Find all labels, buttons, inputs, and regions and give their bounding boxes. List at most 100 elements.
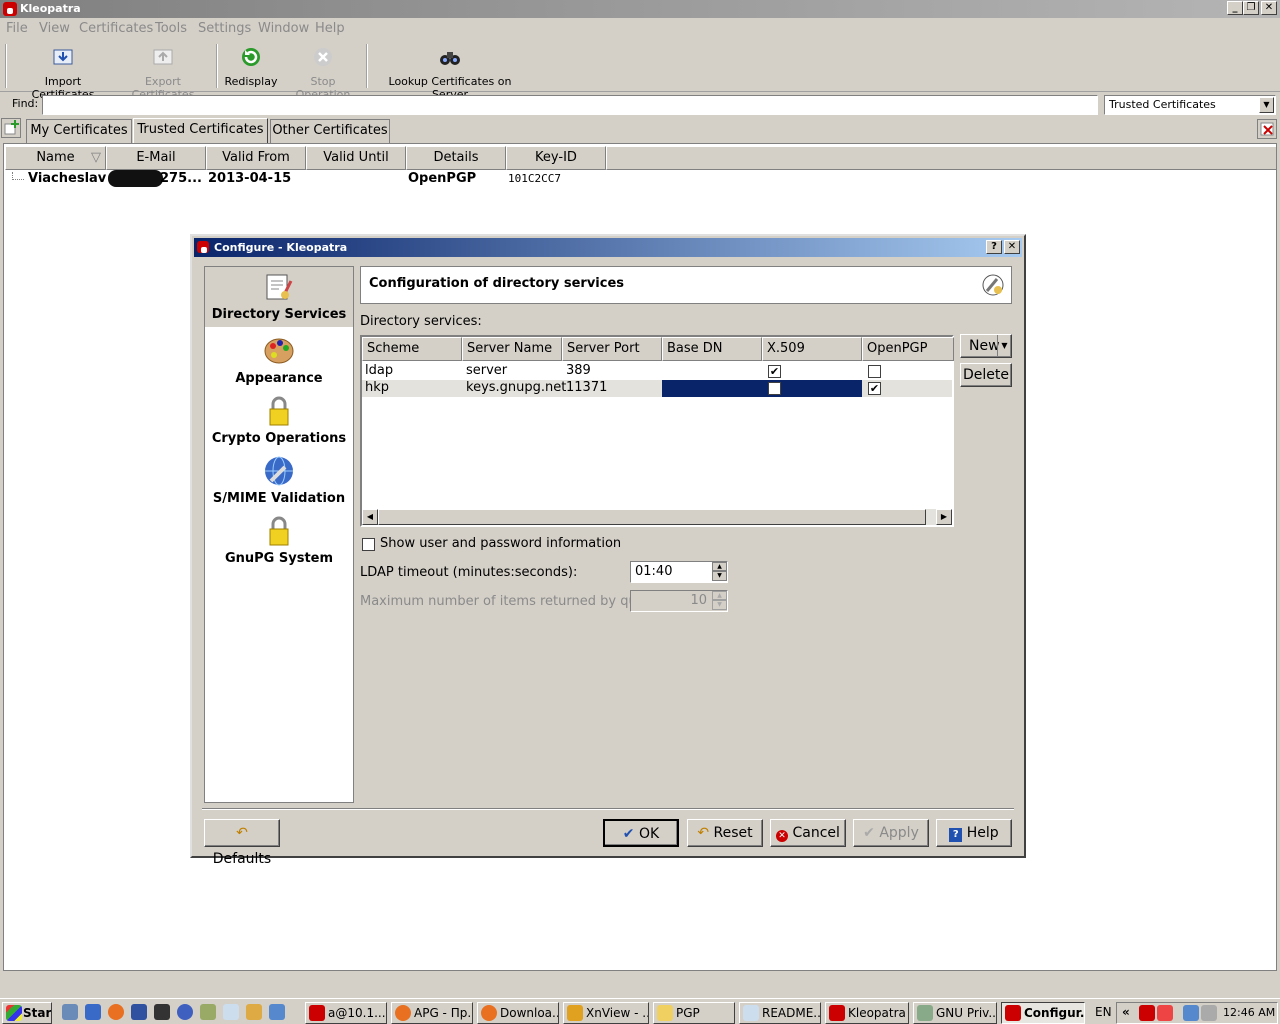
- directory-services-table[interactable]: Scheme Server Name Server Port Base DN X…: [360, 335, 954, 527]
- row-openpgp-checkbox[interactable]: ✔: [868, 382, 881, 395]
- table-row[interactable]: hkp keys.gnupg.net 11371 ✔: [362, 380, 952, 397]
- tray-expand-icon[interactable]: «: [1122, 1005, 1130, 1019]
- task-filezilla[interactable]: a@10.1...: [305, 1002, 387, 1024]
- sidebar-item-gnupg-system[interactable]: GnuPG System: [205, 511, 353, 571]
- column-header-valid-from[interactable]: Valid From: [206, 146, 306, 170]
- table-row[interactable]: ldap server 389 ✔: [362, 363, 952, 380]
- column-header-x509[interactable]: X.509: [762, 337, 862, 361]
- task-downloads[interactable]: Downloa...: [477, 1002, 559, 1024]
- window-titlebar[interactable]: Kleopatra _ ❐ ✕: [0, 0, 1280, 18]
- column-header-base-dn[interactable]: Base DN: [662, 337, 762, 361]
- dialog-close-button[interactable]: ✕: [1004, 240, 1020, 254]
- task-apg[interactable]: APG - Пр...: [391, 1002, 473, 1024]
- new-button[interactable]: New ▼: [960, 334, 1012, 358]
- cancel-button[interactable]: ✕ Cancel: [770, 819, 846, 847]
- scrollbar-thumb[interactable]: [378, 509, 926, 525]
- language-indicator[interactable]: EN: [1095, 1005, 1112, 1019]
- help-button[interactable]: ? Help: [936, 819, 1012, 847]
- table-row[interactable]: Viacheslav 275... 2013-04-15 OpenPGP 101…: [4, 170, 1274, 188]
- eclipse-icon[interactable]: [177, 1004, 193, 1020]
- show-desktop-icon[interactable]: [62, 1004, 78, 1020]
- tools-icon[interactable]: [246, 1004, 262, 1020]
- menu-file[interactable]: File: [6, 21, 28, 36]
- apply-button[interactable]: ✔ Apply: [853, 819, 929, 847]
- column-header-details[interactable]: Details: [406, 146, 506, 170]
- dialog-titlebar[interactable]: Configure - Kleopatra ? ✕: [194, 238, 1022, 257]
- column-header-email[interactable]: E-Mail: [106, 146, 206, 170]
- defaults-button[interactable]: ↶ Defaults: [204, 819, 280, 867]
- network-tray-icon[interactable]: [1183, 1005, 1199, 1021]
- row-base-dn-selected[interactable]: [662, 380, 862, 397]
- filter-select[interactable]: Trusted Certificates ▼: [1104, 95, 1276, 115]
- delete-button[interactable]: Delete: [960, 363, 1012, 387]
- menu-settings[interactable]: Settings: [198, 21, 251, 36]
- column-header-scheme[interactable]: Scheme: [362, 337, 462, 361]
- network-icon[interactable]: [269, 1004, 285, 1020]
- show-user-password-checkbox[interactable]: [362, 538, 375, 551]
- task-gnu-privacy[interactable]: GNU Priv...: [913, 1002, 997, 1024]
- menu-tools[interactable]: Tools: [155, 21, 187, 36]
- ok-button[interactable]: ✔ OK: [603, 819, 679, 847]
- fb-icon[interactable]: [154, 1004, 170, 1020]
- column-header-valid-until[interactable]: Valid Until: [306, 146, 406, 170]
- task-configure[interactable]: Configur...: [1001, 1002, 1085, 1024]
- sidebar-item-directory-services[interactable]: Directory Services: [205, 267, 353, 327]
- apply-label: Apply: [879, 825, 919, 841]
- firefox-icon[interactable]: [108, 1004, 124, 1020]
- spin-up-icon[interactable]: ▲: [712, 591, 727, 600]
- sidebar-item-appearance[interactable]: Appearance: [205, 331, 353, 391]
- tray-icon[interactable]: [1157, 1005, 1173, 1021]
- column-header-server-port[interactable]: Server Port: [562, 337, 662, 361]
- sidebar-item-crypto-operations[interactable]: Crypto Operations: [205, 391, 353, 451]
- sidebar-label: Directory Services: [211, 307, 347, 322]
- column-header-key-id[interactable]: Key-ID: [506, 146, 606, 170]
- pencil-icon[interactable]: [200, 1004, 216, 1020]
- notepad-icon[interactable]: [223, 1004, 239, 1020]
- redisplay-button[interactable]: Redisplay: [224, 46, 278, 88]
- sidebar-item-smime-validation[interactable]: S/MIME Validation: [205, 451, 353, 511]
- spin-up-icon[interactable]: ▲: [712, 562, 727, 571]
- close-button[interactable]: ✕: [1261, 1, 1277, 15]
- clock[interactable]: 12:46 AM: [1223, 1006, 1275, 1019]
- infinity-icon[interactable]: [131, 1004, 147, 1020]
- task-xnview[interactable]: XnView - ...: [563, 1002, 649, 1024]
- column-header-openpgp[interactable]: OpenPGP: [862, 337, 954, 361]
- menu-window[interactable]: Window: [258, 21, 309, 36]
- tab-my-certificates[interactable]: My Certificates: [26, 119, 132, 143]
- chevron-down-icon[interactable]: ▼: [997, 335, 1011, 357]
- tab-trusted-certificates[interactable]: Trusted Certificates: [133, 118, 268, 143]
- spin-down-icon[interactable]: ▼: [712, 600, 727, 610]
- close-tab-button[interactable]: [1257, 119, 1277, 139]
- task-kleopatra[interactable]: Kleopatra: [825, 1002, 909, 1024]
- find-input[interactable]: [42, 95, 1098, 115]
- firefox-icon: [395, 1005, 411, 1021]
- kleopatra-tray-icon[interactable]: [1139, 1005, 1155, 1021]
- start-button[interactable]: Start: [2, 1002, 52, 1024]
- volume-icon[interactable]: [1201, 1005, 1217, 1021]
- row-x509-checkbox[interactable]: [768, 382, 781, 395]
- column-header-name[interactable]: Name ▽: [5, 146, 106, 170]
- new-tab-button[interactable]: [1, 118, 21, 138]
- horizontal-scrollbar[interactable]: ◀ ▶: [362, 509, 952, 525]
- column-header-server-name[interactable]: Server Name: [462, 337, 562, 361]
- ldap-timeout-spinbox[interactable]: 01:40 ▲ ▼: [630, 561, 728, 583]
- chevron-down-icon[interactable]: ▼: [1259, 97, 1274, 113]
- task-pgp-folder[interactable]: PGP: [653, 1002, 735, 1024]
- menu-certificates[interactable]: Certificates: [79, 21, 153, 36]
- dialog-help-button[interactable]: ?: [986, 240, 1002, 254]
- computer-icon[interactable]: [85, 1004, 101, 1020]
- scroll-right-icon[interactable]: ▶: [936, 509, 952, 525]
- task-readme[interactable]: README...: [739, 1002, 821, 1024]
- restore-button[interactable]: ❐: [1243, 1, 1259, 15]
- directory-services-icon: [266, 274, 293, 300]
- scroll-left-icon[interactable]: ◀: [362, 509, 378, 525]
- reset-button[interactable]: ↶ Reset: [687, 819, 763, 847]
- spin-down-icon[interactable]: ▼: [712, 571, 727, 581]
- menu-help[interactable]: Help: [315, 21, 345, 36]
- max-items-spinbox[interactable]: 10 ▲ ▼: [630, 590, 728, 612]
- tab-other-certificates[interactable]: Other Certificates: [270, 119, 390, 143]
- minimize-button[interactable]: _: [1227, 1, 1243, 15]
- row-openpgp-checkbox[interactable]: [868, 365, 881, 378]
- row-x509-checkbox[interactable]: ✔: [768, 365, 781, 378]
- menu-view[interactable]: View: [39, 21, 70, 36]
